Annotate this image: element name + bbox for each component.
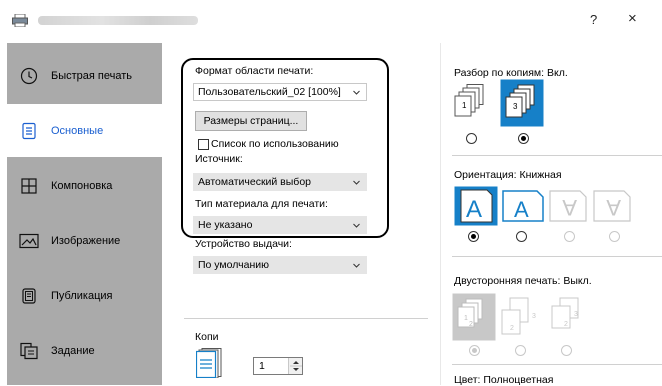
orientation-landscape-radio[interactable] <box>516 231 527 242</box>
sidebar-item-job[interactable]: Задание <box>7 324 162 377</box>
orientation-label: Ориентация: Книжная <box>454 169 562 181</box>
close-button[interactable]: × <box>628 10 637 27</box>
color-value: Полноцветная <box>483 374 554 386</box>
svg-text:2: 2 <box>564 321 568 328</box>
duplex-short-edge-icon[interactable]: 2 3 <box>546 296 588 340</box>
color-label: Цвет: Полноцветная <box>454 374 554 386</box>
duplex-long-edge-icon[interactable]: 2 3 <box>500 296 542 340</box>
output-value: По умолчанию <box>198 259 270 271</box>
sidebar-item-label: Быстрая печать <box>51 69 132 82</box>
sidebar-item-label: Компоновка <box>51 179 113 192</box>
printer-icon <box>12 14 28 27</box>
duplex-off-icon[interactable]: 12 <box>452 293 496 341</box>
divider <box>184 318 428 319</box>
svg-text:3: 3 <box>532 313 536 320</box>
image-icon <box>19 231 39 251</box>
orientation-portrait-icon[interactable]: A <box>454 186 498 226</box>
duplex-long-edge-radio[interactable] <box>515 345 526 356</box>
svg-text:3: 3 <box>513 102 518 111</box>
sidebar-item-publishing[interactable]: Публикация <box>7 269 162 322</box>
orientation-portrait-rotated-icon[interactable]: A <box>549 188 587 224</box>
divider <box>452 364 662 365</box>
layout-grid-icon <box>19 176 39 196</box>
title-bar: ? × <box>0 0 662 40</box>
sidebar: Быстрая печать Основные Компоновка Изобр… <box>7 43 180 385</box>
highlight-frame <box>181 58 389 238</box>
copies-label: Копи <box>195 331 219 343</box>
sidebar-item-label: Задание <box>51 344 95 357</box>
sidebar-item-layout[interactable]: Компоновка <box>7 159 162 212</box>
orientation-portrait-radio[interactable] <box>468 231 479 242</box>
sidebar-item-label: Изображение <box>51 234 121 247</box>
copies-value: 1 <box>259 360 265 372</box>
svg-text:A: A <box>514 197 529 222</box>
orientation-portrait-rotated-radio[interactable] <box>564 231 575 242</box>
orientation-landscape-icon[interactable]: A <box>502 188 544 224</box>
svg-text:A: A <box>466 196 482 223</box>
output-label: Устройство выдачи: <box>195 238 292 250</box>
duplex-off-radio[interactable] <box>469 345 480 356</box>
divider <box>452 256 662 257</box>
duplex-short-edge-radio[interactable] <box>561 345 572 356</box>
collate-off-icon[interactable]: 3 2 2 1 <box>453 84 493 126</box>
orientation-landscape-rotated-icon[interactable]: A <box>593 188 631 224</box>
orientation-landscape-rotated-radio[interactable] <box>609 231 620 242</box>
copies-document-icon <box>196 348 222 378</box>
spinner-arrows-icon <box>290 361 302 371</box>
help-button[interactable]: ? <box>590 12 597 27</box>
svg-text:A: A <box>562 195 577 220</box>
svg-text:2: 2 <box>469 321 473 328</box>
duplex-value: Выкл. <box>563 275 592 287</box>
svg-text:2: 2 <box>510 325 514 332</box>
job-icon <box>19 341 39 361</box>
sidebar-item-basic[interactable]: Основные <box>7 104 180 157</box>
duplex-label: Двусторонняя печать: Выкл. <box>454 275 592 287</box>
output-select[interactable]: По умолчанию <box>193 256 367 274</box>
collate-value: Вкл. <box>546 67 568 79</box>
sidebar-item-label: Основные <box>51 124 104 137</box>
collate-label: Разбор по копиям: Вкл. <box>454 67 568 79</box>
clock-icon <box>19 66 39 86</box>
svg-text:3: 3 <box>574 311 578 318</box>
document-icon <box>19 121 39 141</box>
collate-on-icon[interactable]: 3 2 1 3 <box>500 79 544 127</box>
orientation-value: Книжная <box>519 169 562 181</box>
collate-on-radio[interactable] <box>518 133 529 144</box>
copies-spinner[interactable] <box>288 358 302 374</box>
window-title-blurred <box>38 16 198 25</box>
publication-icon <box>19 286 39 306</box>
sidebar-item-label: Публикация <box>51 289 113 302</box>
column-separator <box>440 43 441 385</box>
collate-off-radio[interactable] <box>466 133 477 144</box>
sidebar-item-quick-print[interactable]: Быстрая печать <box>7 49 162 102</box>
sidebar-item-image[interactable]: Изображение <box>7 214 162 267</box>
svg-text:A: A <box>606 195 621 220</box>
chevron-down-icon <box>353 263 360 268</box>
svg-text:1: 1 <box>464 315 468 322</box>
svg-text:1: 1 <box>462 101 467 110</box>
divider <box>452 155 662 156</box>
